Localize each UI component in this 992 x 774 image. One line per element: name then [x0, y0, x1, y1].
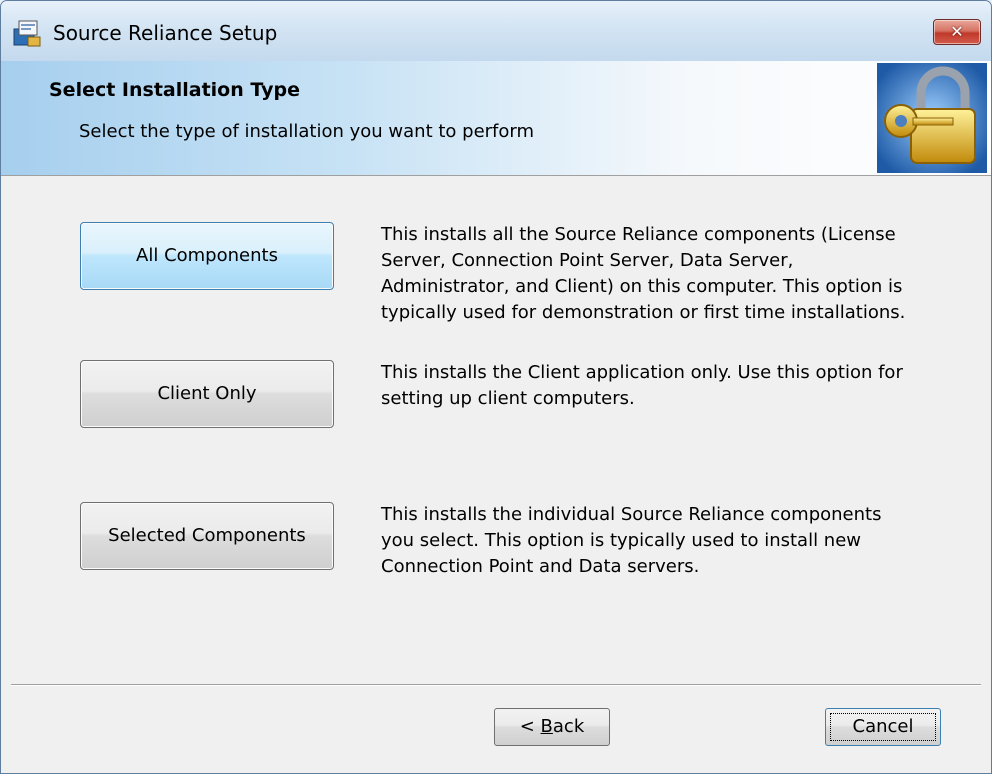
description-line: This installs the Client application onl… — [381, 362, 903, 383]
setup-box-icon — [13, 20, 41, 47]
setup-window: Source Reliance Setup ✕ Select Installat… — [0, 0, 992, 774]
window-title: Source Reliance Setup — [53, 21, 278, 45]
selected-components-button[interactable]: Selected Components — [80, 502, 334, 570]
description-line: you select. This option is typically use… — [381, 530, 862, 551]
back-label-rest: ack — [552, 716, 585, 737]
header-banner: Select Installation Type Select the type… — [1, 61, 991, 176]
back-label-prefix: < — [519, 716, 541, 737]
back-label-accelerator: B — [540, 716, 553, 737]
page-subtitle: Select the type of installation you want… — [79, 121, 535, 142]
focus-ring — [830, 713, 936, 741]
client-only-description: This installs the Client application onl… — [381, 360, 961, 412]
description-line: This installs the individual Source Reli… — [381, 504, 882, 525]
description-line: Server, Connection Point Server, Data Se… — [381, 250, 794, 271]
selected-components-description: This installs the individual Source Reli… — [381, 502, 961, 580]
all-components-description: This installs all the Source Reliance co… — [381, 222, 961, 326]
content-area: All Components This installs all the Sou… — [1, 176, 991, 773]
cancel-button[interactable]: Cancel — [825, 708, 941, 746]
description-line: setting up client computers. — [381, 388, 635, 409]
description-line: Connection Point and Data servers. — [381, 556, 700, 577]
back-button[interactable]: < Back — [494, 708, 610, 746]
page-title: Select Installation Type — [49, 79, 300, 101]
description-line: This installs all the Source Reliance co… — [381, 224, 896, 245]
close-button[interactable]: ✕ — [933, 19, 981, 45]
title-bar: Source Reliance Setup ✕ — [1, 1, 991, 61]
all-components-button[interactable]: All Components — [80, 222, 334, 290]
client-only-button[interactable]: Client Only — [80, 360, 334, 428]
description-line: Administrator, and Client) on this compu… — [381, 276, 903, 297]
description-line: typically used for demonstration or firs… — [381, 302, 906, 323]
padlock-key-icon — [877, 63, 987, 173]
footer-separator — [11, 684, 981, 686]
close-icon: ✕ — [950, 22, 964, 41]
